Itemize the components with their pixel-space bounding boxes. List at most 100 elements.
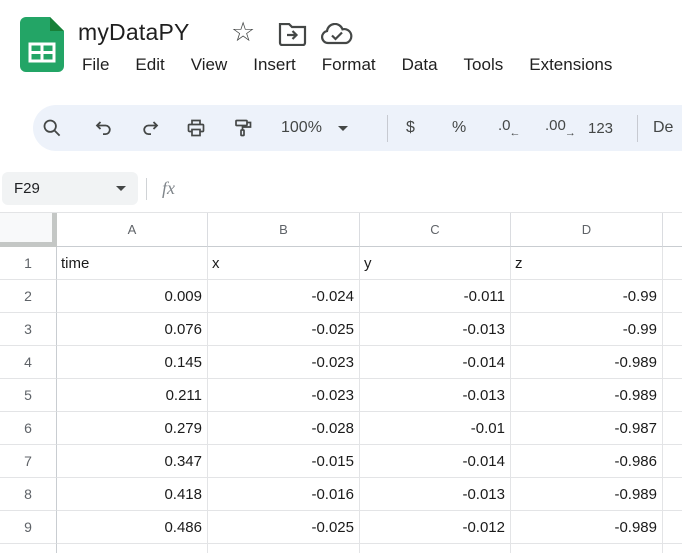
cell[interactable]: 0.347 — [57, 445, 208, 478]
row-header[interactable]: 5 — [0, 379, 57, 412]
cell[interactable] — [663, 313, 682, 346]
undo-icon[interactable] — [93, 118, 113, 138]
cell[interactable]: -0.013 — [360, 379, 511, 412]
decrease-decimal-button[interactable]: .0← — [498, 117, 522, 135]
format-currency-button[interactable]: $ — [406, 119, 415, 137]
menu-extensions[interactable]: Extensions — [529, 55, 612, 75]
cell[interactable]: -0.023 — [208, 379, 360, 412]
row-header[interactable]: 1 — [0, 247, 57, 280]
menu-data[interactable]: Data — [402, 55, 438, 75]
more-formats-button[interactable]: 123 — [588, 120, 613, 137]
toolbar-divider — [637, 115, 638, 142]
cell[interactable]: -0.986 — [511, 445, 663, 478]
menu-tools[interactable]: Tools — [464, 55, 504, 75]
cell[interactable]: -0.014 — [360, 445, 511, 478]
cell[interactable]: 0.418 — [57, 478, 208, 511]
cell[interactable] — [663, 544, 682, 553]
select-all-corner[interactable] — [0, 213, 57, 247]
cell[interactable] — [663, 247, 682, 280]
column-header-D[interactable]: D — [511, 213, 663, 247]
cell[interactable]: 0.076 — [57, 313, 208, 346]
cell[interactable]: -0.99 — [511, 313, 663, 346]
fx-icon[interactable]: fx — [162, 178, 175, 199]
menu-insert[interactable]: Insert — [253, 55, 296, 75]
row-header[interactable]: 8 — [0, 478, 57, 511]
row-header[interactable]: 2 — [0, 280, 57, 313]
menu-view[interactable]: View — [191, 55, 228, 75]
cell[interactable]: -0.013 — [360, 313, 511, 346]
cell-reference: F29 — [2, 180, 40, 197]
cell[interactable] — [663, 346, 682, 379]
cell[interactable]: -0.99 — [511, 544, 663, 553]
column-header-E[interactable] — [663, 213, 682, 247]
cell[interactable]: x — [208, 247, 360, 280]
cell[interactable]: time — [57, 247, 208, 280]
star-icon[interactable]: ☆ — [231, 15, 255, 49]
name-box[interactable]: F29 — [2, 172, 138, 205]
format-percent-button[interactable]: % — [452, 119, 466, 137]
cell[interactable] — [663, 379, 682, 412]
cell[interactable] — [663, 412, 682, 445]
font-menu-button[interactable]: De — [653, 119, 673, 137]
cell[interactable]: -0.989 — [511, 346, 663, 379]
row-header[interactable]: 6 — [0, 412, 57, 445]
cell[interactable]: -0.014 — [360, 346, 511, 379]
cell[interactable] — [663, 478, 682, 511]
column-header-C[interactable]: C — [360, 213, 511, 247]
row-header[interactable]: 7 — [0, 445, 57, 478]
row-header[interactable]: 10 — [0, 544, 57, 553]
chevron-down-icon — [338, 126, 348, 131]
table-row: 7 0.347 -0.015 -0.014 -0.986 — [0, 445, 682, 478]
cell[interactable]: -0.989 — [511, 379, 663, 412]
sheets-logo[interactable] — [20, 17, 64, 72]
cell[interactable]: -0.023 — [208, 346, 360, 379]
cell[interactable]: -0.025 — [208, 313, 360, 346]
cell[interactable]: -0.012 — [360, 511, 511, 544]
cloud-check-icon[interactable] — [320, 23, 354, 46]
redo-icon[interactable] — [141, 118, 161, 138]
cell[interactable] — [663, 511, 682, 544]
row-header[interactable]: 3 — [0, 313, 57, 346]
cell[interactable]: -0.989 — [511, 478, 663, 511]
document-title[interactable]: myDataPY — [78, 19, 190, 46]
row-header[interactable]: 9 — [0, 511, 57, 544]
paint-format-icon[interactable] — [233, 118, 253, 138]
row-header[interactable]: 4 — [0, 346, 57, 379]
cell[interactable]: -0.013 — [360, 478, 511, 511]
move-folder-icon[interactable] — [278, 23, 307, 46]
table-row: 1 time x y z — [0, 247, 682, 280]
cell[interactable]: -0.02 — [208, 544, 360, 553]
zoom-menu-button[interactable]: 100% — [281, 119, 348, 137]
print-icon[interactable] — [186, 118, 206, 138]
cell[interactable]: -0.99 — [511, 280, 663, 313]
cell[interactable]: -0.011 — [360, 280, 511, 313]
cell[interactable]: -0.028 — [208, 412, 360, 445]
menu-format[interactable]: Format — [322, 55, 376, 75]
cell[interactable]: -0.024 — [208, 280, 360, 313]
cell[interactable]: y — [360, 247, 511, 280]
cell[interactable]: 0.486 — [57, 511, 208, 544]
cell[interactable] — [663, 280, 682, 313]
cell[interactable]: -0.016 — [208, 478, 360, 511]
menu-edit[interactable]: Edit — [135, 55, 164, 75]
increase-decimal-button[interactable]: .00→ — [545, 117, 577, 135]
menu-file[interactable]: File — [82, 55, 109, 75]
cell[interactable]: -0.012 — [360, 544, 511, 553]
table-row: 9 0.486 -0.025 -0.012 -0.989 — [0, 511, 682, 544]
cell[interactable]: -0.987 — [511, 412, 663, 445]
column-header-A[interactable]: A — [57, 213, 208, 247]
cell[interactable]: z — [511, 247, 663, 280]
cell[interactable]: 0.145 — [57, 346, 208, 379]
cell[interactable]: 0.211 — [57, 379, 208, 412]
cell[interactable]: 0.009 — [57, 280, 208, 313]
cell[interactable]: -0.025 — [208, 511, 360, 544]
cell[interactable]: -0.989 — [511, 511, 663, 544]
column-header-B[interactable]: B — [208, 213, 360, 247]
cell[interactable] — [663, 445, 682, 478]
table-row: 2 0.009 -0.024 -0.011 -0.99 — [0, 280, 682, 313]
cell[interactable]: 0.552 — [57, 544, 208, 553]
cell[interactable]: 0.279 — [57, 412, 208, 445]
cell[interactable]: -0.015 — [208, 445, 360, 478]
cell[interactable]: -0.01 — [360, 412, 511, 445]
search-icon[interactable] — [42, 118, 62, 138]
